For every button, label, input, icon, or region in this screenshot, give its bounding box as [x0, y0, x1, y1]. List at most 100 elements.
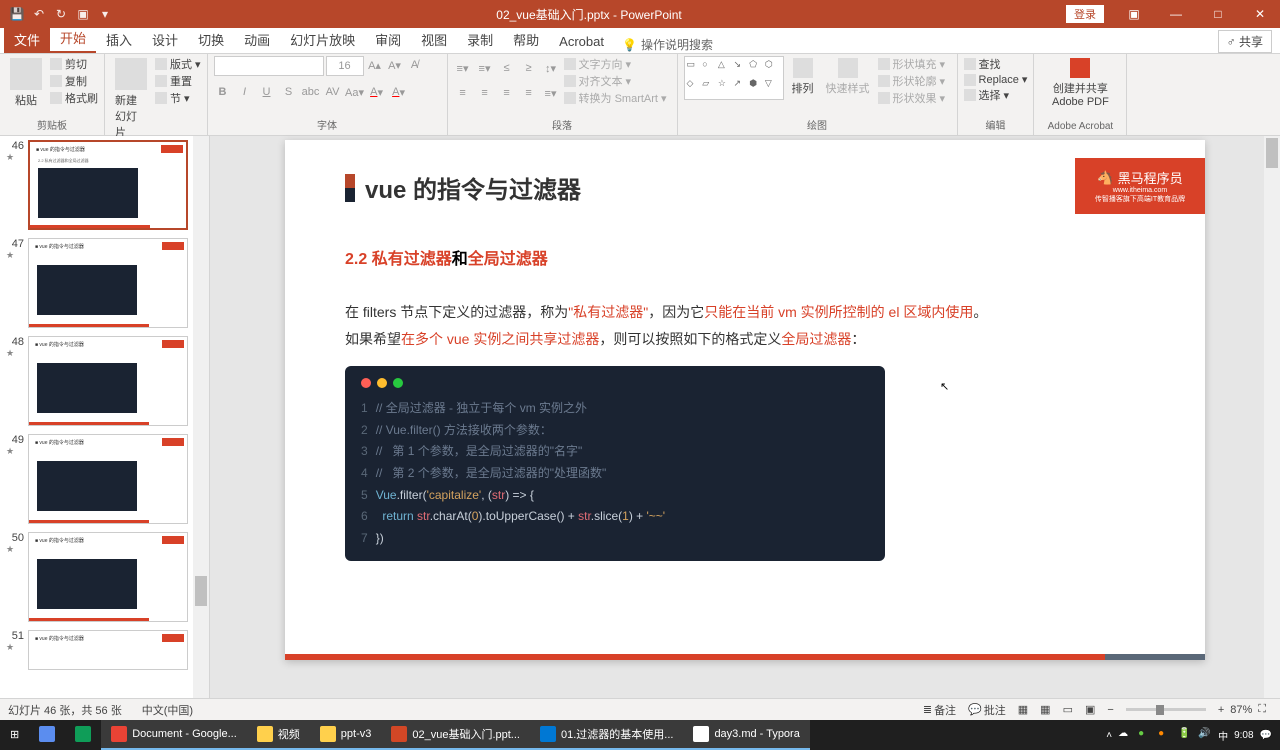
arrange-button[interactable]: 排列	[788, 56, 818, 98]
text-direction-button[interactable]: 文字方向 ▾	[564, 56, 667, 72]
tab-slideshow[interactable]: 幻灯片放映	[280, 26, 365, 53]
ime-indicator[interactable]: 中	[1218, 728, 1228, 743]
task-app-2[interactable]	[65, 720, 101, 750]
view-normal-button[interactable]: ▦	[1012, 703, 1034, 716]
notes-button[interactable]: ≣ 备注	[917, 702, 962, 718]
notification-icon[interactable]: 💬	[1260, 730, 1272, 741]
bold-button[interactable]: B	[214, 83, 232, 101]
tab-animations[interactable]: 动画	[234, 26, 280, 53]
present-icon[interactable]: ▣	[76, 7, 90, 21]
layout-button[interactable]: 版式 ▾	[155, 56, 201, 72]
ribbon-display-icon[interactable]: ▣	[1114, 0, 1154, 28]
language-indicator[interactable]: 中文(中国)	[142, 702, 193, 718]
slide-editor-area[interactable]: 🐴黑马程序员 www.itheima.com 传智播客旗下高端IT教育品牌 vu…	[210, 136, 1280, 698]
tab-recording[interactable]: 录制	[457, 26, 503, 53]
shape-effects-button[interactable]: 形状效果 ▾	[878, 90, 946, 106]
comments-button[interactable]: 💬 批注	[962, 702, 1012, 718]
numbering-button[interactable]: ≡▾	[476, 59, 494, 77]
redo-icon[interactable]: ↻	[54, 7, 68, 21]
increase-font-icon[interactable]: A▴	[366, 56, 384, 74]
fit-to-window-button[interactable]: ⛶	[1252, 703, 1272, 716]
share-button[interactable]: ♂ 共享	[1218, 30, 1272, 53]
shape-fill-button[interactable]: 形状填充 ▾	[878, 56, 946, 72]
qat-more-icon[interactable]: ▾	[98, 7, 112, 21]
align-left-button[interactable]: ≡	[454, 84, 472, 102]
task-folder-2[interactable]: ppt-v3	[310, 720, 382, 750]
highlight-button[interactable]: A▾	[390, 83, 408, 101]
tab-transitions[interactable]: 切换	[188, 26, 234, 53]
slide-counter[interactable]: 幻灯片 46 张，共 56 张	[8, 702, 122, 718]
zoom-level[interactable]: 87%	[1230, 704, 1252, 716]
change-case-button[interactable]: Aa▾	[346, 83, 364, 101]
task-chrome[interactable]: Document - Google...	[101, 720, 247, 750]
system-tray[interactable]: ˄ ☁ ● ● 🔋 🔊 中 9:08 💬	[1106, 728, 1280, 743]
tray-icon-3[interactable]: ●	[1158, 728, 1172, 742]
find-button[interactable]: 查找	[964, 56, 1028, 72]
reset-button[interactable]: 重置	[155, 73, 201, 89]
view-reading-button[interactable]: ▭	[1057, 703, 1079, 716]
tab-home[interactable]: 开始	[50, 24, 96, 53]
clear-format-icon[interactable]: A̸	[406, 56, 424, 74]
strikethrough-button[interactable]: S	[280, 83, 298, 101]
tray-icon-1[interactable]: ☁	[1118, 728, 1132, 742]
undo-icon[interactable]: ↶	[32, 7, 46, 21]
task-typora[interactable]: day3.md - Typora	[683, 720, 809, 750]
shape-outline-button[interactable]: 形状轮廓 ▾	[878, 73, 946, 89]
tray-up-icon[interactable]: ˄	[1106, 730, 1112, 741]
select-button[interactable]: 选择 ▾	[964, 87, 1028, 103]
tab-acrobat[interactable]: Acrobat	[549, 30, 614, 53]
tray-icon-2[interactable]: ●	[1138, 728, 1152, 742]
slide-thumbnails-panel[interactable]: 46★ ■ vue 的指令与过滤器2.2 私有过滤器和全局过滤器 47★ ■ v…	[0, 136, 210, 698]
cut-button[interactable]: 剪切	[50, 56, 98, 72]
tab-file[interactable]: 文件	[4, 26, 50, 53]
font-color-button[interactable]: A▾	[368, 83, 386, 101]
replace-button[interactable]: Replace ▾	[964, 73, 1028, 86]
decrease-font-icon[interactable]: A▾	[386, 56, 404, 74]
thumb-scrollbar[interactable]	[193, 136, 209, 698]
close-icon[interactable]: ✕	[1240, 0, 1280, 28]
view-sorter-button[interactable]: ▦	[1034, 703, 1056, 716]
font-family-select[interactable]	[214, 56, 324, 76]
task-app-1[interactable]	[29, 720, 65, 750]
task-powerpoint[interactable]: 02_vue基础入门.ppt...	[381, 720, 530, 750]
char-spacing-button[interactable]: AV	[324, 83, 342, 101]
slide-thumb-46[interactable]: ■ vue 的指令与过滤器2.2 私有过滤器和全局过滤器	[28, 140, 188, 230]
task-folder-1[interactable]: 视频	[247, 720, 310, 750]
view-slideshow-button[interactable]: ▣	[1079, 703, 1101, 716]
quick-styles-button[interactable]: 快速样式	[822, 56, 874, 98]
task-vscode[interactable]: 01.过滤器的基本使用...	[530, 720, 683, 750]
zoom-slider[interactable]	[1126, 708, 1206, 711]
convert-smartart-button[interactable]: 转换为 SmartArt ▾	[564, 90, 667, 106]
decrease-indent-button[interactable]: ≤	[498, 59, 516, 77]
start-button[interactable]: ⊞	[0, 720, 29, 750]
italic-button[interactable]: I	[236, 83, 254, 101]
editor-scrollbar[interactable]	[1264, 136, 1280, 698]
columns-button[interactable]: ≡▾	[542, 84, 560, 102]
new-slide-button[interactable]: 新建 幻灯片	[111, 56, 151, 142]
slide-canvas[interactable]: 🐴黑马程序员 www.itheima.com 传智播客旗下高端IT教育品牌 vu…	[285, 140, 1205, 660]
bullets-button[interactable]: ≡▾	[454, 59, 472, 77]
zoom-out-button[interactable]: −	[1101, 704, 1119, 716]
zoom-in-button[interactable]: +	[1212, 704, 1230, 716]
line-spacing-button[interactable]: ↕▾	[542, 59, 560, 77]
justify-button[interactable]: ≡	[520, 84, 538, 102]
tell-me-search[interactable]: 💡 操作说明搜索	[622, 36, 713, 53]
tab-help[interactable]: 帮助	[503, 26, 549, 53]
save-icon[interactable]: 💾	[10, 7, 24, 21]
tab-design[interactable]: 设计	[142, 26, 188, 53]
adobe-pdf-button[interactable]: 创建并共享 Adobe PDF	[1040, 56, 1120, 110]
slide-thumb-49[interactable]: ■ vue 的指令与过滤器	[28, 434, 188, 524]
tab-insert[interactable]: 插入	[96, 26, 142, 53]
battery-icon[interactable]: 🔋	[1178, 728, 1192, 742]
slide-thumb-48[interactable]: ■ vue 的指令与过滤器	[28, 336, 188, 426]
section-button[interactable]: 节 ▾	[155, 90, 201, 106]
minimize-icon[interactable]: —	[1156, 0, 1196, 28]
tab-review[interactable]: 审阅	[365, 26, 411, 53]
format-painter-button[interactable]: 格式刷	[50, 90, 98, 106]
align-text-button[interactable]: 对齐文本 ▾	[564, 73, 667, 89]
increase-indent-button[interactable]: ≥	[520, 59, 538, 77]
paste-button[interactable]: 粘贴	[6, 56, 46, 110]
align-center-button[interactable]: ≡	[476, 84, 494, 102]
slide-thumb-47[interactable]: ■ vue 的指令与过滤器	[28, 238, 188, 328]
copy-button[interactable]: 复制	[50, 73, 98, 89]
